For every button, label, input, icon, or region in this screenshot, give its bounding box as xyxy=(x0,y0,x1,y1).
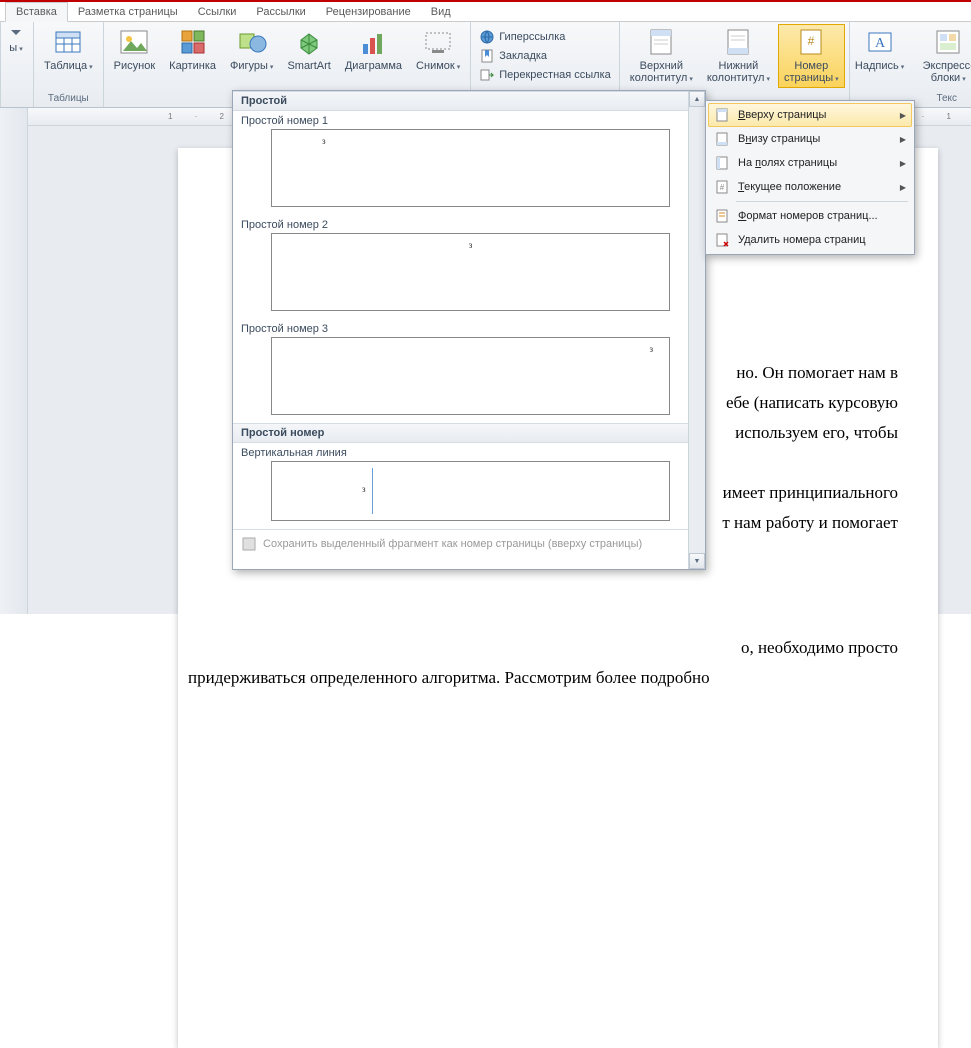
smartart-button[interactable]: SmartArt xyxy=(281,24,336,74)
chart-icon xyxy=(357,26,389,58)
page-number-gallery: Простой Простой номер 1 з Простой номер … xyxy=(232,90,706,570)
submenu-arrow-icon: ▶ xyxy=(900,159,906,168)
menu-page-margins[interactable]: На полях страницы ▶ xyxy=(708,151,912,175)
gallery-item-vertical-line[interactable]: Вертикальная линия з xyxy=(233,443,688,529)
gallery-item-simple-3[interactable]: Простой номер 3 з xyxy=(233,319,688,423)
gallery-category-simple: Простой xyxy=(233,91,688,111)
screenshot-button[interactable]: Снимок▾ xyxy=(410,24,466,76)
crossref-icon xyxy=(479,67,495,83)
header-button[interactable]: Верхнийколонтитул▾ xyxy=(624,24,699,88)
something-dropdown[interactable]: ы▾ xyxy=(3,24,29,58)
tab-references[interactable]: Ссылки xyxy=(188,3,247,21)
format-icon xyxy=(714,208,730,224)
margins-icon xyxy=(714,155,730,171)
tab-mailings[interactable]: Рассылки xyxy=(246,3,315,21)
shapes-icon xyxy=(236,26,268,58)
page-number-button[interactable]: # Номерстраницы▾ xyxy=(778,24,845,88)
menu-top-of-page[interactable]: Вверху страницы ▶ xyxy=(708,103,912,127)
remove-icon xyxy=(714,232,730,248)
chart-button[interactable]: Диаграмма xyxy=(339,24,408,74)
menu-bottom-of-page[interactable]: Внизу страницы ▶ xyxy=(708,127,912,151)
screenshot-icon xyxy=(422,26,454,58)
smartart-icon xyxy=(293,26,325,58)
clipart-icon xyxy=(177,26,209,58)
svg-text:A: A xyxy=(875,36,886,51)
ribbon-tabs: Вставка Разметка страницы Ссылки Рассылк… xyxy=(0,2,971,22)
header-icon xyxy=(645,26,677,58)
hyperlink-icon xyxy=(479,29,495,45)
menu-format-page-numbers[interactable]: Формат номеров страниц... xyxy=(708,204,912,228)
submenu-arrow-icon: ▶ xyxy=(900,111,906,120)
picture-button[interactable]: Рисунок xyxy=(108,24,162,74)
svg-text:#: # xyxy=(808,34,815,48)
tab-view[interactable]: Вид xyxy=(421,3,461,21)
page-number-icon: # xyxy=(795,26,827,58)
bottom-page-icon xyxy=(714,131,730,147)
textbox-icon: A xyxy=(864,26,896,58)
footer-icon xyxy=(722,26,754,58)
page-number-submenu: Вверху страницы ▶ Внизу страницы ▶ На по… xyxy=(705,100,915,255)
tab-insert[interactable]: Вставка xyxy=(5,2,68,22)
gallery-scrollbar[interactable]: ▲ ▼ xyxy=(688,91,705,569)
scroll-down-button[interactable]: ▼ xyxy=(689,553,705,569)
gallery-item-simple-1[interactable]: Простой номер 1 з xyxy=(233,111,688,215)
scroll-up-button[interactable]: ▲ xyxy=(689,91,705,107)
top-page-icon xyxy=(714,107,730,123)
group-text-label: Текс xyxy=(936,92,957,105)
bookmark-icon xyxy=(479,48,495,64)
table-icon xyxy=(52,26,84,58)
quickparts-icon xyxy=(932,26,964,58)
shapes-button[interactable]: Фигуры▾ xyxy=(224,24,279,76)
menu-remove-page-numbers[interactable]: Удалить номера страниц xyxy=(708,228,912,252)
menu-current-position[interactable]: # Текущее положение ▶ xyxy=(708,175,912,199)
gallery-save-selection[interactable]: Сохранить выделенный фрагмент как номер … xyxy=(233,529,688,558)
save-icon xyxy=(241,536,257,552)
textbox-button[interactable]: A Надпись▾ xyxy=(854,24,906,76)
gallery-item-simple-2[interactable]: Простой номер 2 з xyxy=(233,215,688,319)
tab-page-layout[interactable]: Разметка страницы xyxy=(68,3,188,21)
quickparts-button[interactable]: Экспресс-блоки▾ xyxy=(907,24,971,88)
gallery-category-simple-number: Простой номер xyxy=(233,423,688,443)
tab-review[interactable]: Рецензирование xyxy=(316,3,421,21)
footer-button[interactable]: Нижнийколонтитул▾ xyxy=(701,24,776,88)
current-pos-icon: # xyxy=(714,179,730,195)
group-tables-label: Таблицы xyxy=(48,92,89,105)
picture-icon xyxy=(118,26,150,58)
submenu-arrow-icon: ▶ xyxy=(900,183,906,192)
crossref-button[interactable]: Перекрестная ссылка xyxy=(475,66,615,84)
clipart-button[interactable]: Картинка xyxy=(163,24,222,74)
bookmark-button[interactable]: Закладка xyxy=(475,47,615,65)
table-button[interactable]: Таблица▾ xyxy=(38,24,99,76)
menu-separator xyxy=(736,201,908,202)
vertical-ruler xyxy=(0,108,28,614)
svg-text:#: # xyxy=(720,183,725,192)
hyperlink-button[interactable]: Гиперссылка xyxy=(475,28,615,46)
submenu-arrow-icon: ▶ xyxy=(900,135,906,144)
